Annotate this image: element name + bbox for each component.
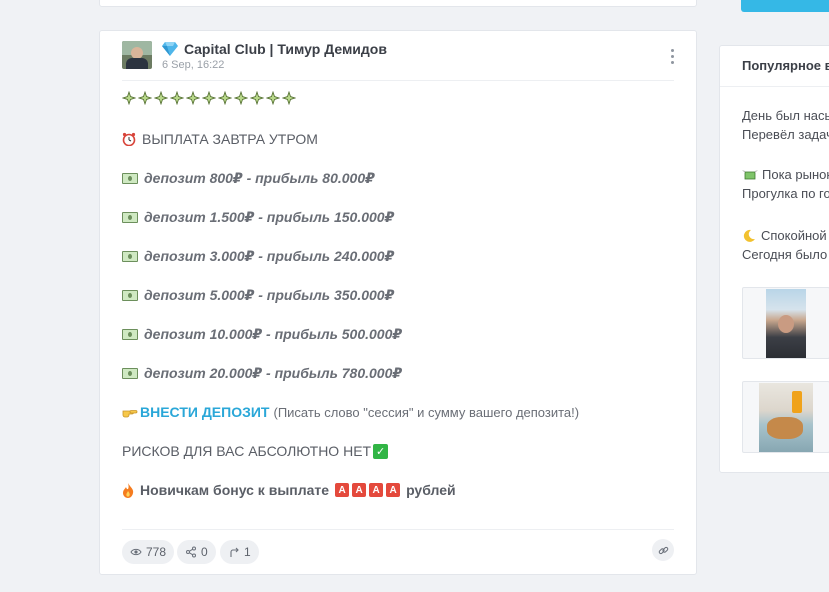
money-icon [122,173,138,184]
previous-post-card [99,0,697,7]
bonus-line: Новичкам бонус к выплате A A A A рублей [122,482,456,498]
payout-line: ВЫПЛАТА ЗАВТРА УТРОМ [122,131,318,147]
tier-line: депозит 800₽ - прибыль 80.000₽ [122,170,375,187]
tier-line: депозит 10.000₽ - прибыль 500.000₽ [122,326,402,343]
post-timestamp: 6 Sep, 16:22 [162,59,225,71]
forward-icon [230,547,239,557]
popular-media-thumbnail[interactable] [742,287,829,359]
sidebar-item-text: Спокойной [761,228,827,243]
tier-line: депозит 20.000₽ - прибыль 780.000₽ [122,365,402,382]
tier-text: депозит 10.000₽ - прибыль 500.000₽ [144,326,403,342]
pointing-hand-icon [122,410,138,418]
tier-text: депозит 5.000₽ - прибыль 350.000₽ [144,287,395,303]
tier-text: депозит 800₽ - прибыль 80.000₽ [144,170,375,186]
sidebar-item-line[interactable]: Прогулка по го [742,186,829,201]
sparkle-icon [234,91,248,105]
sidebar-item-line[interactable]: Перевёл задач [742,127,829,142]
copy-link-button[interactable] [652,539,674,561]
deposit-line: ВНЕСТИ ДЕПОЗИТ (Писать слово "сессия" и … [122,404,579,420]
no-risk-line: РИСКОВ ДЛЯ ВАС АБСОЛЮТНО НЕТ ✓ [122,443,389,459]
post-footer: 778 0 1 [122,529,674,575]
money-icon [122,212,138,223]
money-with-wings-icon [742,170,758,180]
link-icon [658,546,668,554]
money-icon [122,368,138,379]
sparkle-icon [282,91,296,105]
money-icon [122,329,138,340]
sparkle-row [122,91,296,105]
share-count: 0 [201,545,208,559]
deposit-note: (Писать слово "сессия" и сумму вашего де… [273,404,580,420]
sparkle-icon [170,91,184,105]
sparkle-icon [266,91,280,105]
views-count: 778 [146,545,167,559]
sparkle-icon [154,91,168,105]
post-card: Capital Club | Тимур Демидов 6 Sep, 16:2… [99,30,697,575]
views-counter[interactable]: 778 [122,540,175,564]
sidebar-item-line[interactable]: Пока рынок [742,167,829,182]
sparkle-icon [122,91,136,105]
share-button[interactable]: 0 [177,540,216,564]
alarm-clock-icon [122,132,136,146]
bonus-text: Новичкам бонус к выплате [140,482,330,498]
popular-sidebar: Популярное в День был нась Перевёл задач… [719,45,829,473]
sparkle-icon [186,91,200,105]
money-icon [122,290,138,301]
divider [720,86,829,87]
sidebar-item-line[interactable]: Спокойной [742,228,827,243]
channel-name[interactable]: Capital Club | Тимур Демидов [162,41,387,57]
popular-media-thumbnail[interactable] [742,381,829,453]
forward-count: 1 [244,545,251,559]
tier-text: депозит 1.500₽ - прибыль 150.000₽ [144,209,395,225]
share-icon [186,546,196,558]
fire-icon [123,482,134,498]
tier-line: депозит 3.000₽ - прибыль 240.000₽ [122,248,394,265]
sparkle-icon [138,91,152,105]
sparkle-icon [202,91,216,105]
sidebar-item-line[interactable]: День был нась [742,108,829,123]
diamond-icon [162,42,178,56]
tier-text: депозит 3.000₽ - прибыль 240.000₽ [144,248,395,264]
alert-block: A [369,483,384,497]
alert-block: A [386,483,401,497]
alert-block: A [352,483,367,497]
channel-title: Capital Club | Тимур Демидов [184,41,387,57]
tier-line: депозит 5.000₽ - прибыль 350.000₽ [122,287,394,304]
bonus-suffix: рублей [406,482,456,498]
sparkle-icon [218,91,232,105]
money-icon [122,251,138,262]
moon-icon [743,229,755,242]
forward-button[interactable]: 1 [220,540,259,564]
post-header: Capital Club | Тимур Демидов 6 Sep, 16:2… [122,41,674,81]
eye-icon [130,548,142,556]
sparkle-icon [250,91,264,105]
tier-text: депозит 20.000₽ - прибыль 780.000₽ [144,365,403,381]
payout-text: ВЫПЛАТА ЗАВТРА УТРОМ [142,131,318,147]
no-risk-text: РИСКОВ ДЛЯ ВАС АБСОЛЮТНО НЕТ [122,443,372,459]
subscribe-button[interactable] [741,0,829,12]
sidebar-title: Популярное в [742,58,829,73]
more-icon[interactable] [671,49,675,64]
alert-block: A [335,483,350,497]
deposit-link[interactable]: ВНЕСТИ ДЕПОЗИТ [140,404,269,420]
tier-line: депозит 1.500₽ - прибыль 150.000₽ [122,209,394,226]
channel-avatar[interactable] [122,41,152,69]
sidebar-item-text: Пока рынок [762,167,829,182]
check-icon: ✓ [373,443,389,459]
sidebar-item-line[interactable]: Сегодня было [742,247,827,262]
